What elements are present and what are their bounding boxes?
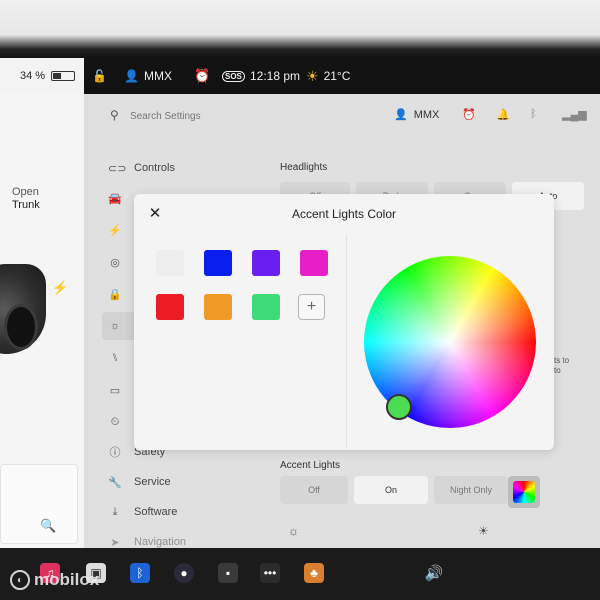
color-spectrum-icon bbox=[513, 481, 535, 503]
add-color-button[interactable]: + bbox=[298, 294, 325, 320]
headlights-title: Headlights bbox=[280, 162, 328, 173]
nav-label: Service bbox=[134, 476, 171, 488]
weather: ☀ 21°C bbox=[306, 58, 350, 94]
toybox-icon[interactable]: ▪ bbox=[218, 563, 238, 583]
schedule-icon: ⏲ bbox=[110, 415, 120, 428]
clock: 12:18 pm bbox=[250, 58, 300, 94]
nav-item-software[interactable]: ⤓ Software bbox=[108, 498, 258, 526]
profile-button[interactable]: 👤 MMX bbox=[124, 58, 172, 94]
info-icon: ⓘ bbox=[109, 447, 121, 459]
sos-label: SOS bbox=[222, 70, 245, 82]
wrench-icon: 🔧 bbox=[108, 476, 122, 489]
swatch-blue[interactable] bbox=[204, 250, 232, 276]
car-icon: 🚘 bbox=[108, 192, 122, 205]
battery-status: 34 % bbox=[0, 58, 84, 94]
accent-lights-color-dialog: ✕ Accent Lights Color + bbox=[134, 194, 554, 450]
nav-label: Software bbox=[134, 506, 178, 518]
bluetooth-icon[interactable]: ᛒ bbox=[130, 563, 150, 583]
swatch-white[interactable] bbox=[156, 250, 184, 276]
user-icon: 👤 bbox=[394, 109, 408, 121]
watermark-text: mobilox bbox=[34, 570, 100, 589]
lock-icon[interactable]: 🔓 bbox=[92, 58, 107, 94]
alarm-clock-icon[interactable]: ⏰ bbox=[194, 58, 210, 94]
color-picker-handle[interactable] bbox=[386, 394, 412, 420]
car-wheel-image bbox=[4, 304, 38, 350]
seat-icon: ⑊ bbox=[111, 352, 119, 364]
toggle-icon: ⊂⊃ bbox=[108, 162, 127, 175]
swatch-orange[interactable] bbox=[204, 294, 232, 320]
accent-lights-title: Accent Lights bbox=[280, 460, 341, 471]
bell-icon[interactable]: 🔔 bbox=[496, 108, 510, 121]
vehicle-quick-card[interactable] bbox=[0, 464, 78, 544]
temperature: 21°C bbox=[323, 69, 351, 83]
accent-lights-segmented-control: Off On Night Only bbox=[280, 476, 508, 504]
sun-icon: ☀ bbox=[306, 67, 319, 84]
swatch-red[interactable] bbox=[156, 294, 184, 320]
camera-icon[interactable]: ● bbox=[174, 563, 194, 583]
nav-item-controls[interactable]: ⊂⊃ Controls bbox=[108, 154, 258, 182]
swatch-magenta[interactable] bbox=[300, 250, 328, 276]
trunk-label: Trunk bbox=[12, 199, 40, 211]
profile-name: MMX bbox=[143, 69, 172, 83]
screen-bezel-top bbox=[0, 0, 600, 58]
side-note: ts to to bbox=[554, 356, 570, 375]
accent-color-swatch-button[interactable] bbox=[508, 476, 540, 508]
brightness-low-icon: ☼ bbox=[288, 524, 299, 538]
battery-icon bbox=[51, 71, 76, 81]
header-profile[interactable]: 👤 MMX bbox=[394, 108, 440, 122]
search-icon: ⚲ bbox=[110, 108, 119, 122]
header-profile-name: MMX bbox=[413, 108, 440, 121]
sos-badge[interactable]: SOS bbox=[222, 58, 245, 94]
vehicle-panel: Open Trunk ⚡ 🔍 bbox=[0, 94, 84, 548]
dialog-title: Accent Lights Color bbox=[291, 207, 397, 221]
accent-night-only-button[interactable]: Night Only bbox=[434, 476, 508, 504]
nav-label: Navigation bbox=[134, 536, 186, 548]
more-icon[interactable]: ••• bbox=[260, 563, 280, 583]
trunk-action: Open bbox=[12, 186, 39, 198]
charge-port-icon[interactable]: ⚡ bbox=[52, 280, 68, 296]
accent-on-button[interactable]: On bbox=[354, 476, 428, 504]
watermark: ◐ mobilox bbox=[10, 570, 99, 590]
volume-icon[interactable]: 🔊 bbox=[424, 563, 444, 583]
steering-wheel-icon: ◎ bbox=[110, 256, 120, 269]
status-bar: 34 % 🔓 👤 MMX ⏰ SOS 12:18 pm ☀ 21°C bbox=[0, 58, 600, 94]
brightness-high-icon: ☀ bbox=[478, 524, 489, 538]
search-settings-input[interactable] bbox=[130, 106, 300, 126]
open-trunk-button[interactable]: Open Trunk bbox=[12, 186, 40, 212]
games-icon[interactable]: ♣ bbox=[304, 563, 324, 583]
nav-item-service[interactable]: 🔧 Service bbox=[108, 468, 258, 496]
signal-icon[interactable]: ▂▄▆ bbox=[562, 108, 587, 121]
watermark-logo-icon: ◐ bbox=[10, 570, 30, 590]
alarm-icon[interactable]: ⏰ bbox=[462, 108, 476, 121]
accent-off-button[interactable]: Off bbox=[280, 476, 348, 504]
bluetooth-icon[interactable]: ᛒ bbox=[530, 108, 537, 120]
lights-icon: ☼ bbox=[109, 320, 121, 332]
lock-icon: 🔒 bbox=[108, 288, 122, 301]
swatch-purple[interactable] bbox=[252, 250, 280, 276]
download-icon: ⤓ bbox=[112, 505, 118, 518]
battery-fill bbox=[53, 73, 61, 79]
user-icon: 👤 bbox=[124, 69, 139, 83]
dialog-divider bbox=[346, 234, 347, 448]
lightning-icon: ⚡ bbox=[108, 224, 122, 237]
swatch-green[interactable] bbox=[252, 294, 280, 320]
search-icon[interactable]: 🔍 bbox=[40, 518, 56, 534]
nav-label: Controls bbox=[134, 162, 175, 174]
battery-percent: 34 % bbox=[20, 70, 46, 82]
clock-time: 12:18 pm bbox=[250, 69, 301, 83]
display-icon: ▭ bbox=[109, 384, 121, 397]
navigation-icon: ➤ bbox=[110, 536, 120, 549]
